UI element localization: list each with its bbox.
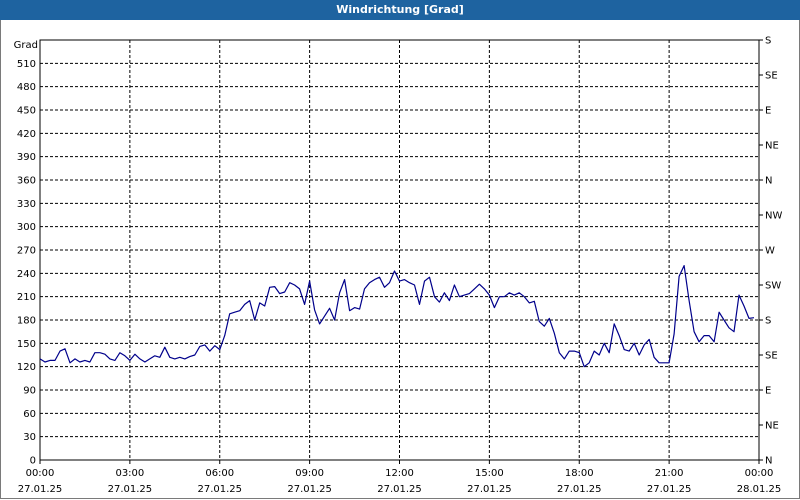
compass-label: S [765,36,771,47]
x-tick-date-label: 27.01.25 [377,484,422,495]
x-tick-date-label: 27.01.25 [467,484,512,495]
y-tick-label: 330 [17,199,36,210]
x-tick-time-label: 15:00 [475,468,504,479]
y-tick-label: 180 [17,316,36,327]
x-tick-time-label: 06:00 [205,468,234,479]
compass-label: SE [765,71,778,82]
y-tick-label: 450 [17,106,36,117]
x-tick-time-label: 21:00 [655,468,684,479]
x-tick-date-label: 28.01.25 [737,484,782,495]
compass-label: NE [765,421,779,432]
y-axis-title: Grad [14,40,38,51]
x-tick-date-label: 27.01.25 [18,484,63,495]
compass-label: E [765,386,771,397]
x-tick-date-label: 27.01.25 [108,484,153,495]
series-line-wind-direction [39,265,755,368]
x-tick-date-label: 27.01.25 [647,484,692,495]
compass-label: SE [765,351,778,362]
x-tick-time-label: 00:00 [26,468,55,479]
y-tick-label: 60 [23,409,36,420]
y-tick-label: 390 [17,152,36,163]
y-tick-label: 420 [17,129,36,140]
compass-label: NE [765,141,779,152]
x-tick-date-label: 27.01.25 [197,484,242,495]
y-tick-label: 90 [23,386,36,397]
x-tick-time-label: 18:00 [565,468,594,479]
wind-direction-chart: 0 30 60 90 120 150 180 210 240 270 300 330 360 390 420… [14,36,783,496]
y-tick-label: 0 [30,456,36,467]
y-tick-label: 210 [17,292,36,303]
y-tick-label: 270 [17,246,36,257]
compass-label: S [765,316,771,327]
y-tick-label: 120 [17,362,36,373]
x-tick-time-label: 09:00 [295,468,324,479]
compass-label: SW [765,281,781,292]
x-tick-date-label: 27.01.25 [287,484,332,495]
y-tick-label: 30 [23,432,36,443]
y-tick-label: 300 [17,222,36,233]
x-tick-date-label: 27.01.25 [557,484,602,495]
compass-label: N [765,456,772,467]
y-tick-label: 150 [17,339,36,350]
y-tick-label: 510 [17,59,36,70]
compass-label: E [765,106,771,117]
compass-label: N [765,176,772,187]
compass-label: W [765,246,775,257]
y-tick-label: 360 [17,176,36,187]
x-tick-time-label: 00:00 [745,468,774,479]
x-tick-time-label: 12:00 [385,468,414,479]
y-tick-label: 240 [17,269,36,280]
compass-label: NW [765,211,782,222]
y-tick-label: 480 [17,82,36,93]
x-tick-time-label: 03:00 [115,468,144,479]
